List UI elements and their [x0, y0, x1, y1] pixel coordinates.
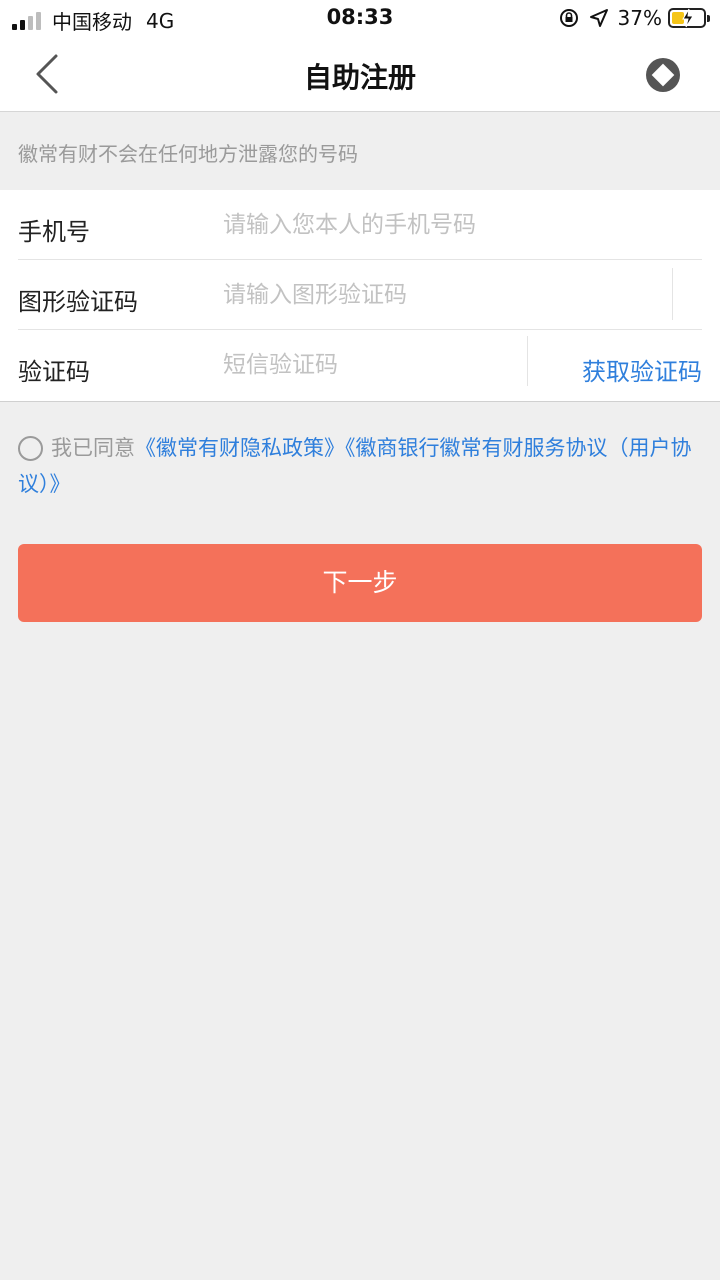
get-code-button[interactable]: 获取验证码	[582, 352, 702, 387]
privacy-policy-link[interactable]: 《徽常有财隐私政策》	[135, 436, 345, 460]
sms-label: 验证码	[18, 358, 90, 386]
status-right: 37%	[558, 6, 710, 30]
captcha-row: 图形验证码	[18, 260, 702, 330]
privacy-notice: 徽常有财不会在任何地方泄露您的号码	[18, 142, 358, 166]
page-title: 自助注册	[303, 61, 416, 94]
location-arrow-icon	[589, 9, 608, 27]
agreement-prefix: 我已同意	[51, 436, 135, 460]
status-bar: 中国移动 4G 08:33 37%	[0, 0, 720, 36]
sms-code-input[interactable]	[223, 346, 523, 384]
registration-screen: 中国移动 4G 08:33 37% 自助注册 徽常有财不会在任何地方泄露您的号码…	[0, 0, 720, 1280]
rotation-lock-icon	[559, 9, 578, 27]
captcha-label: 图形验证码	[18, 288, 138, 316]
divider	[527, 336, 528, 386]
registration-form: 手机号 图形验证码 验证码 获取验证码	[0, 190, 720, 402]
battery-percent: 37%	[617, 6, 662, 30]
phone-row: 手机号	[18, 190, 702, 260]
agreement: 我已同意《徽常有财隐私政策》《徽商银行徽常有财服务协议（用户协议）》	[18, 430, 708, 502]
phone-input[interactable]	[223, 206, 693, 244]
captcha-image[interactable]	[672, 268, 702, 320]
captcha-input[interactable]	[223, 276, 523, 314]
agree-radio[interactable]	[18, 436, 43, 461]
sms-row: 验证码 获取验证码	[18, 330, 702, 400]
diamond-icon[interactable]	[646, 58, 680, 92]
phone-label: 手机号	[18, 218, 90, 246]
navigation-bar: 自助注册	[0, 36, 720, 112]
battery-icon	[668, 8, 710, 28]
next-button[interactable]: 下一步	[18, 544, 702, 622]
